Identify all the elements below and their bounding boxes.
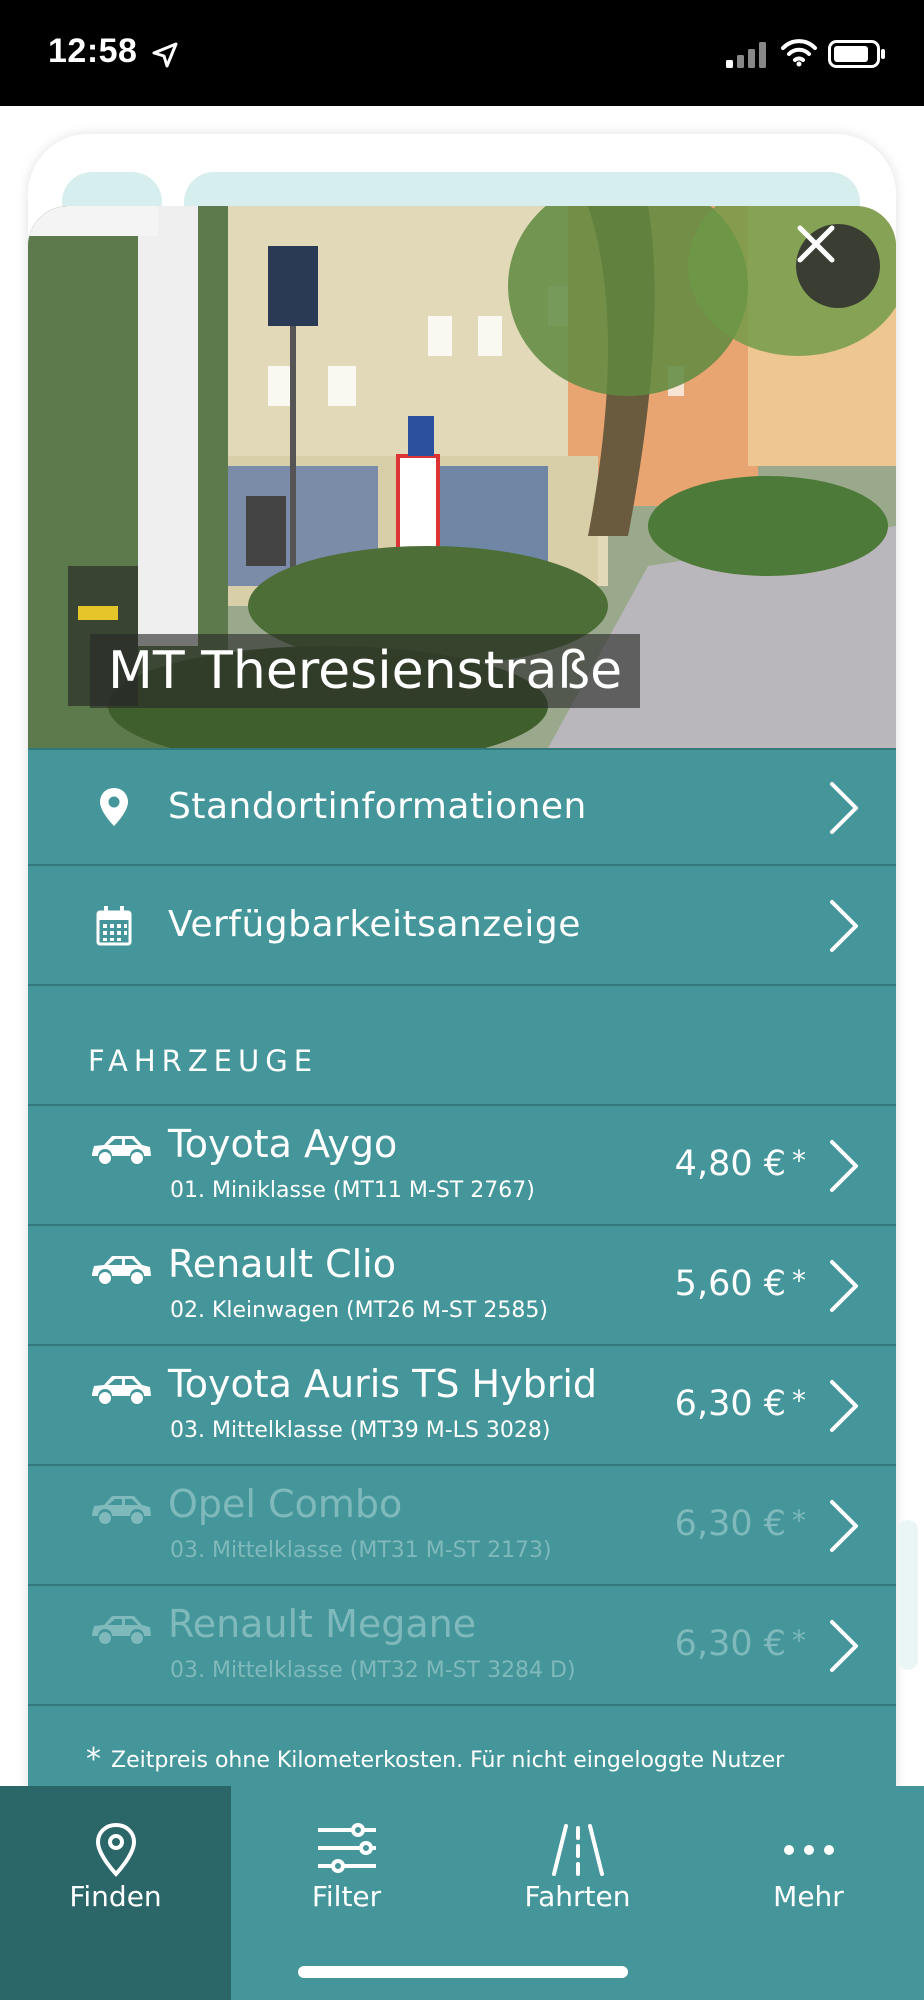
vehicle-row-toyota-auris[interactable]: Toyota Auris TS Hybrid 03. Mittelklasse … xyxy=(28,1346,896,1466)
status-time: 12:58 xyxy=(48,32,138,70)
station-title: MT Theresienstraße xyxy=(90,634,641,708)
vehicle-name: Renault Clio xyxy=(168,1242,396,1286)
car-icon xyxy=(92,1256,151,1284)
vehicle-detail: 03. Mittelklasse (MT31 M-ST 2173) xyxy=(170,1538,552,1563)
close-button[interactable] xyxy=(796,224,880,308)
chevron-right-icon xyxy=(830,1500,858,1552)
chevron-right-icon xyxy=(830,1140,858,1192)
price-asterisk: * xyxy=(792,1624,806,1657)
vehicle-row-toyota-aygo[interactable]: Toyota Aygo 01. Miniklasse (MT11 M-ST 27… xyxy=(28,1106,896,1226)
vehicle-name: Toyota Aygo xyxy=(168,1122,398,1166)
tab-finden[interactable]: Finden xyxy=(0,1786,231,2000)
chevron-right-icon xyxy=(830,900,858,952)
map-pin-icon xyxy=(95,1822,136,1877)
price-asterisk: * xyxy=(792,1384,806,1417)
tab-label: Mehr xyxy=(773,1880,844,1913)
car-icon xyxy=(92,1616,151,1644)
vehicle-name: Renault Megane xyxy=(168,1602,477,1646)
sliders-icon xyxy=(317,1823,376,1873)
vehicle-row-opel-combo[interactable]: Opel Combo 03. Mittelklasse (MT31 M-ST 2… xyxy=(28,1466,896,1586)
price-value: 4,80 € xyxy=(674,1144,786,1184)
home-indicator[interactable] xyxy=(298,1966,628,1978)
vehicle-detail: 02. Kleinwagen (MT26 M-ST 2585) xyxy=(170,1298,548,1323)
background-edge xyxy=(898,1520,918,1670)
footnote-asterisk: * xyxy=(86,1742,101,1777)
vehicle-price: 6,30 € * xyxy=(675,1624,806,1664)
station-photo: MT Theresienstraße xyxy=(28,206,896,748)
vehicle-name: Toyota Auris TS Hybrid xyxy=(168,1362,598,1406)
chevron-right-icon xyxy=(830,1260,858,1312)
car-icon xyxy=(92,1376,151,1404)
chevron-right-icon xyxy=(830,782,858,834)
menu-item-verfuegbarkeitsanzeige[interactable]: Verfügbarkeitsanzeige xyxy=(28,868,896,986)
more-dots-icon xyxy=(783,1845,834,1855)
vehicles-section-header: FAHRZEUGE xyxy=(28,988,896,1106)
vehicle-detail: 03. Mittelklasse (MT39 M-LS 3028) xyxy=(170,1418,551,1443)
vehicle-row-renault-megane[interactable]: Renault Megane 03. Mittelklasse (MT32 M-… xyxy=(28,1586,896,1706)
cellular-signal-icon xyxy=(726,42,766,68)
tab-mehr[interactable]: Mehr xyxy=(693,1786,924,2000)
price-value: 6,30 € xyxy=(674,1384,786,1424)
menu-item-label: Verfügbarkeitsanzeige xyxy=(168,904,581,945)
price-value: 6,30 € xyxy=(674,1504,786,1544)
battery-icon xyxy=(828,40,885,68)
price-value: 6,30 € xyxy=(674,1624,786,1664)
tab-label: Fahrten xyxy=(524,1880,631,1913)
price-asterisk: * xyxy=(792,1144,806,1177)
station-detail-sheet: MT Theresienstraße Standortinformationen… xyxy=(28,206,896,1786)
vehicle-price: 6,30 € * xyxy=(675,1384,806,1424)
vehicle-price: 5,60 € * xyxy=(675,1264,806,1304)
vehicle-price: 6,30 € * xyxy=(675,1504,806,1544)
road-icon xyxy=(551,1824,604,1876)
menu-item-label: Standortinformationen xyxy=(168,786,587,827)
tab-label: Finden xyxy=(69,1880,162,1913)
vehicle-price: 4,80 € * xyxy=(675,1144,806,1184)
status-bar: 12:58 xyxy=(0,0,924,106)
wifi-icon xyxy=(781,39,817,67)
price-asterisk: * xyxy=(792,1264,806,1297)
footnote-text: Zeitpreis ohne Kilometerkosten. Für nich… xyxy=(111,1748,785,1773)
section-title: FAHRZEUGE xyxy=(88,1044,319,1078)
menu-item-standortinformationen[interactable]: Standortinformationen xyxy=(28,748,896,866)
close-icon xyxy=(797,225,835,263)
tab-label: Filter xyxy=(311,1880,382,1913)
car-icon xyxy=(92,1496,151,1524)
price-asterisk: * xyxy=(792,1504,806,1537)
chevron-right-icon xyxy=(830,1380,858,1432)
location-arrow-icon xyxy=(152,42,178,68)
location-pin-icon xyxy=(100,788,128,826)
calendar-icon xyxy=(96,906,132,946)
vehicle-name: Opel Combo xyxy=(168,1482,403,1526)
price-value: 5,60 € xyxy=(674,1264,786,1304)
vehicle-detail: 01. Miniklasse (MT11 M-ST 2767) xyxy=(170,1178,535,1203)
vehicle-detail: 03. Mittelklasse (MT32 M-ST 3284 D) xyxy=(170,1658,576,1683)
car-icon xyxy=(92,1136,151,1164)
chevron-right-icon xyxy=(830,1620,858,1672)
price-footnote: * Zeitpreis ohne Kilometerkosten. Für nic… xyxy=(86,1742,784,1777)
vehicle-row-renault-clio[interactable]: Renault Clio 02. Kleinwagen (MT26 M-ST 2… xyxy=(28,1226,896,1346)
